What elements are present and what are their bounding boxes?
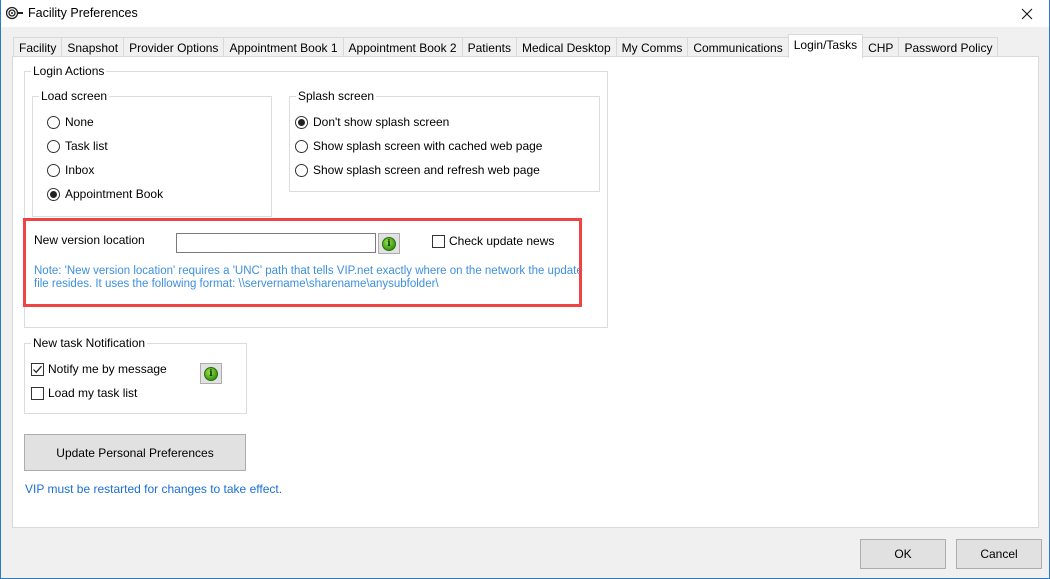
radio-label: Appointment Book: [65, 187, 164, 201]
load-screen-option-task-list[interactable]: Task list: [47, 139, 108, 153]
tab-facility[interactable]: Facility: [13, 37, 62, 57]
radio-label: Show splash screen and refresh web page: [313, 163, 540, 177]
splash-option-refresh[interactable]: Show splash screen and refresh web page: [295, 163, 540, 177]
info-icon: i: [204, 366, 218, 381]
checkmark-icon: [33, 365, 42, 373]
facility-preferences-window: Facility Preferences Facility Snapshot P…: [0, 0, 1050, 579]
checkbox-label: Load my task list: [48, 386, 138, 400]
checkbox-checked[interactable]: [31, 362, 44, 376]
splash-option-dont-show[interactable]: Don't show splash screen: [295, 115, 449, 129]
new-task-notification-legend: New task Notification: [31, 336, 148, 350]
radio-button[interactable]: [47, 115, 60, 129]
radio-button[interactable]: [295, 139, 308, 153]
checkbox-label: Notify me by message: [48, 362, 167, 376]
tab-strip: Facility Snapshot Provider Options Appoi…: [13, 34, 999, 58]
preferences-icon: [6, 6, 23, 20]
close-button[interactable]: [1005, 0, 1049, 27]
notification-info-button[interactable]: i: [200, 363, 222, 384]
new-task-notification-group: New task Notification Notify me by messa…: [24, 336, 247, 414]
load-screen-option-none[interactable]: None: [47, 115, 94, 129]
tab-patients[interactable]: Patients: [461, 37, 516, 57]
tab-appointment-book-2[interactable]: Appointment Book 2: [342, 37, 462, 57]
tab-chp[interactable]: CHP: [863, 37, 899, 57]
tab-my-comms[interactable]: My Comms: [615, 37, 688, 57]
load-screen-option-inbox[interactable]: Inbox: [47, 163, 94, 177]
load-screen-group: Load screen None Task list Inbox Appoint…: [32, 89, 272, 217]
radio-dot: [298, 118, 305, 126]
window-title: Facility Preferences: [28, 6, 138, 20]
radio-label: Show splash screen with cached web page: [313, 139, 543, 153]
tab-snapshot[interactable]: Snapshot: [61, 37, 124, 57]
tab-appointment-book-1[interactable]: Appointment Book 1: [223, 37, 343, 57]
close-icon: [1021, 8, 1033, 19]
notify-by-message-checkbox[interactable]: Notify me by message: [31, 362, 167, 376]
radio-label: None: [65, 115, 94, 129]
tab-communications[interactable]: Communications: [687, 37, 788, 57]
update-personal-preferences-button[interactable]: Update Personal Preferences: [24, 434, 246, 471]
highlight-annotation-box: [23, 218, 582, 307]
tab-password-policy[interactable]: Password Policy: [898, 37, 999, 57]
load-screen-option-appointment-book[interactable]: Appointment Book: [47, 187, 163, 201]
radio-label: Don't show splash screen: [313, 115, 450, 129]
load-screen-legend: Load screen: [39, 89, 110, 103]
radio-dot: [50, 190, 57, 198]
ok-button[interactable]: OK: [860, 539, 946, 569]
radio-button[interactable]: [47, 163, 60, 177]
radio-button-selected[interactable]: [47, 187, 60, 201]
tab-provider-options[interactable]: Provider Options: [123, 37, 224, 57]
title-bar: Facility Preferences: [1, 0, 1049, 27]
radio-label: Inbox: [65, 163, 95, 177]
cancel-button[interactable]: Cancel: [956, 539, 1042, 569]
splash-screen-legend: Splash screen: [296, 89, 377, 103]
radio-button-selected[interactable]: [295, 115, 308, 129]
splash-option-cached[interactable]: Show splash screen with cached web page: [295, 139, 542, 153]
radio-button[interactable]: [295, 163, 308, 177]
radio-label: Task list: [65, 139, 108, 153]
restart-note: VIP must be restarted for changes to tak…: [25, 482, 283, 496]
tab-medical-desktop[interactable]: Medical Desktop: [515, 37, 616, 57]
tab-login-tasks[interactable]: Login/Tasks: [787, 34, 864, 58]
load-task-list-checkbox[interactable]: Load my task list: [31, 386, 137, 400]
login-actions-legend: Login Actions: [31, 64, 107, 78]
checkbox[interactable]: [31, 386, 44, 400]
splash-screen-group: Splash screen Don't show splash screen S…: [289, 89, 600, 192]
radio-button[interactable]: [47, 139, 60, 153]
